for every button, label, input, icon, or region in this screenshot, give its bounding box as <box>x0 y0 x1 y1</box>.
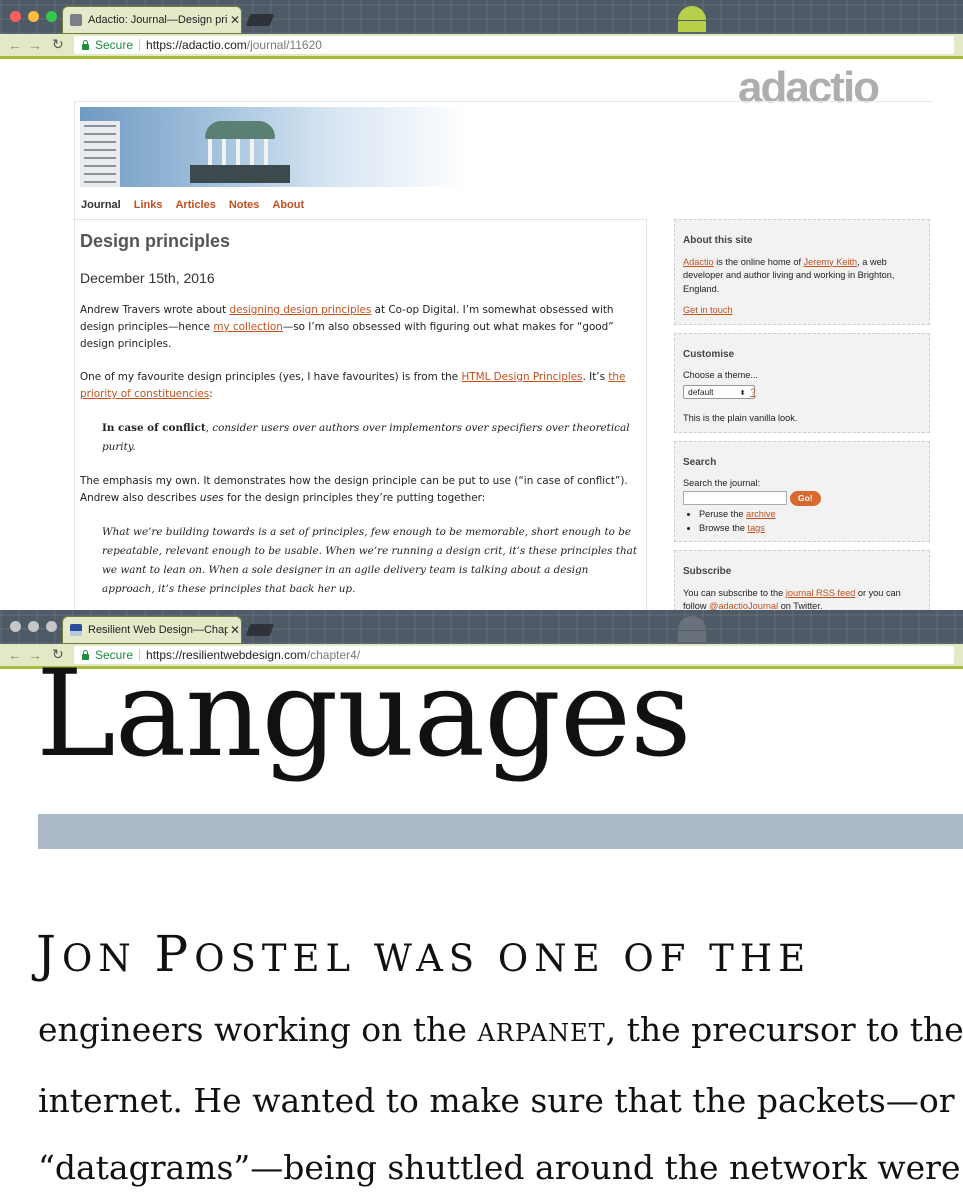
maximize-window-button[interactable] <box>46 621 57 632</box>
body-line-1: engineers working on the ARPANET, the pr… <box>38 1010 963 1049</box>
search-label: Search the journal: <box>683 478 761 488</box>
link-journal-rss-feed[interactable]: journal RSS feed <box>786 588 855 598</box>
browser-window-adactio: Adactio: Journal—Design princ ✕ ←→ ↻ Sec… <box>0 0 963 610</box>
theme-select[interactable]: default <box>683 384 755 399</box>
chapter-title: Languages <box>36 645 692 784</box>
title-divider <box>38 814 963 849</box>
lead-small-caps: JON POSTEL WAS ONE OF THE <box>36 925 812 983</box>
android-theme-icon <box>672 614 712 642</box>
article: Design principles December 15th, 2016 An… <box>80 231 640 599</box>
search-go-button[interactable]: Go! <box>790 490 821 506</box>
android-theme-icon <box>672 4 712 32</box>
body-text: engineers working on the ARPANET, the pr… <box>38 996 963 1201</box>
nav-notes[interactable]: Notes <box>229 199 260 211</box>
subscribe-heading: Subscribe <box>683 566 732 577</box>
header-banner-image <box>80 107 470 187</box>
paragraph-1: Andrew Travers wrote about designing des… <box>80 304 614 350</box>
url-host: https://adactio.com <box>146 38 247 52</box>
minimize-window-button[interactable] <box>28 621 39 632</box>
favicon-icon <box>70 624 82 636</box>
tab-strip: Adactio: Journal—Design princ ✕ <box>0 0 963 34</box>
bandstand-illustration <box>190 121 290 183</box>
nav-links[interactable]: Links <box>134 199 163 211</box>
search-heading: Search <box>683 456 717 468</box>
search-box: Search Search the journal: Go! Peruse th… <box>674 440 930 542</box>
nav-articles[interactable]: Articles <box>175 199 215 211</box>
about-box: About this site Adactio is the online ho… <box>674 219 930 325</box>
close-window-button[interactable] <box>10 621 21 632</box>
about-heading: About this site <box>683 235 753 246</box>
secure-label: Secure <box>95 38 134 52</box>
window-controls <box>10 11 57 22</box>
favicon-icon <box>70 14 82 26</box>
blockquote-1: In case of conflict, consider users over… <box>102 422 630 453</box>
address-bar[interactable]: Secure https://adactio.com /journal/1162… <box>74 36 954 54</box>
link-adactio[interactable]: Adactio <box>683 257 714 267</box>
link-html-design-principles[interactable]: HTML Design Principles <box>461 371 582 383</box>
search-input[interactable] <box>683 491 787 506</box>
theme-note: This is the plain vanilla look. <box>683 413 798 423</box>
link-archive[interactable]: archive <box>746 509 776 519</box>
back-forward-icons[interactable]: ←→ <box>8 37 48 53</box>
browser-toolbar: ←→ ↻ Secure https://adactio.com /journal… <box>0 34 963 59</box>
link-jeremy-keith[interactable]: Jeremy Keith <box>804 257 858 267</box>
customise-box: Customise Choose a theme... default ⬍ ? … <box>674 332 930 433</box>
adactio-page: adactio Journal Links Articles Notes Abo… <box>0 59 963 610</box>
nav-journal[interactable]: Journal <box>81 199 121 211</box>
url-path: /journal/11620 <box>246 38 322 52</box>
new-tab-button[interactable] <box>245 14 275 26</box>
link-designing-design-principles[interactable]: designing design principles <box>229 304 371 316</box>
search-links: Peruse the archive Browse the tags <box>683 508 921 535</box>
tab-close-icon[interactable]: ✕ <box>230 13 240 27</box>
theme-label: Choose a theme... <box>683 370 759 380</box>
article-title: Design principles <box>80 231 231 251</box>
site-nav: Journal Links Articles Notes About <box>81 199 304 211</box>
tab-close-icon[interactable]: ✕ <box>230 623 240 637</box>
tab-adactio-journal[interactable]: Adactio: Journal—Design princ ✕ <box>62 6 242 34</box>
tab-title: Adactio: Journal—Design princ <box>88 14 228 26</box>
sidebar: About this site Adactio is the online ho… <box>674 219 930 610</box>
subscribe-box: Subscribe You can subscribe to the journ… <box>674 550 930 610</box>
paragraph-2: One of my favourite design principles (y… <box>80 371 626 400</box>
body-line-2: internet. He wanted to make sure that th… <box>38 1081 955 1120</box>
chevron-updown-icon: ⬍ <box>739 389 746 397</box>
theme-help-link[interactable]: ? <box>751 387 756 397</box>
customise-heading: Customise <box>683 348 735 360</box>
new-tab-button[interactable] <box>245 624 275 636</box>
minimize-window-button[interactable] <box>28 11 39 22</box>
tab-title: Resilient Web Design—Chapte <box>88 624 228 636</box>
nav-about[interactable]: About <box>272 199 304 211</box>
link-my-collection[interactable]: my collection <box>213 321 282 333</box>
lock-icon <box>82 39 89 50</box>
maximize-window-button[interactable] <box>46 11 57 22</box>
tab-strip: Resilient Web Design—Chapte ✕ <box>0 610 963 644</box>
paragraph-3: The emphasis my own. It demonstrates how… <box>80 475 628 504</box>
window-controls <box>10 621 57 632</box>
close-window-button[interactable] <box>10 11 21 22</box>
link-tags[interactable]: tags <box>748 523 765 533</box>
reload-icon[interactable]: ↻ <box>52 36 64 53</box>
body-line-3: “datagrams”—being shuttled around the ne… <box>38 1148 961 1187</box>
link-get-in-touch[interactable]: Get in touch <box>683 305 733 315</box>
resilient-page: Languages JON POSTEL WAS ONE OF THE engi… <box>0 645 963 1201</box>
article-date: December 15th, 2016 <box>80 270 215 286</box>
link-adactio-journal-twitter[interactable]: @adactioJournal <box>709 601 778 610</box>
tab-resilient-web-design[interactable]: Resilient Web Design—Chapte ✕ <box>62 616 242 644</box>
blockquote-2: What we’re building towards is a set of … <box>102 526 638 595</box>
